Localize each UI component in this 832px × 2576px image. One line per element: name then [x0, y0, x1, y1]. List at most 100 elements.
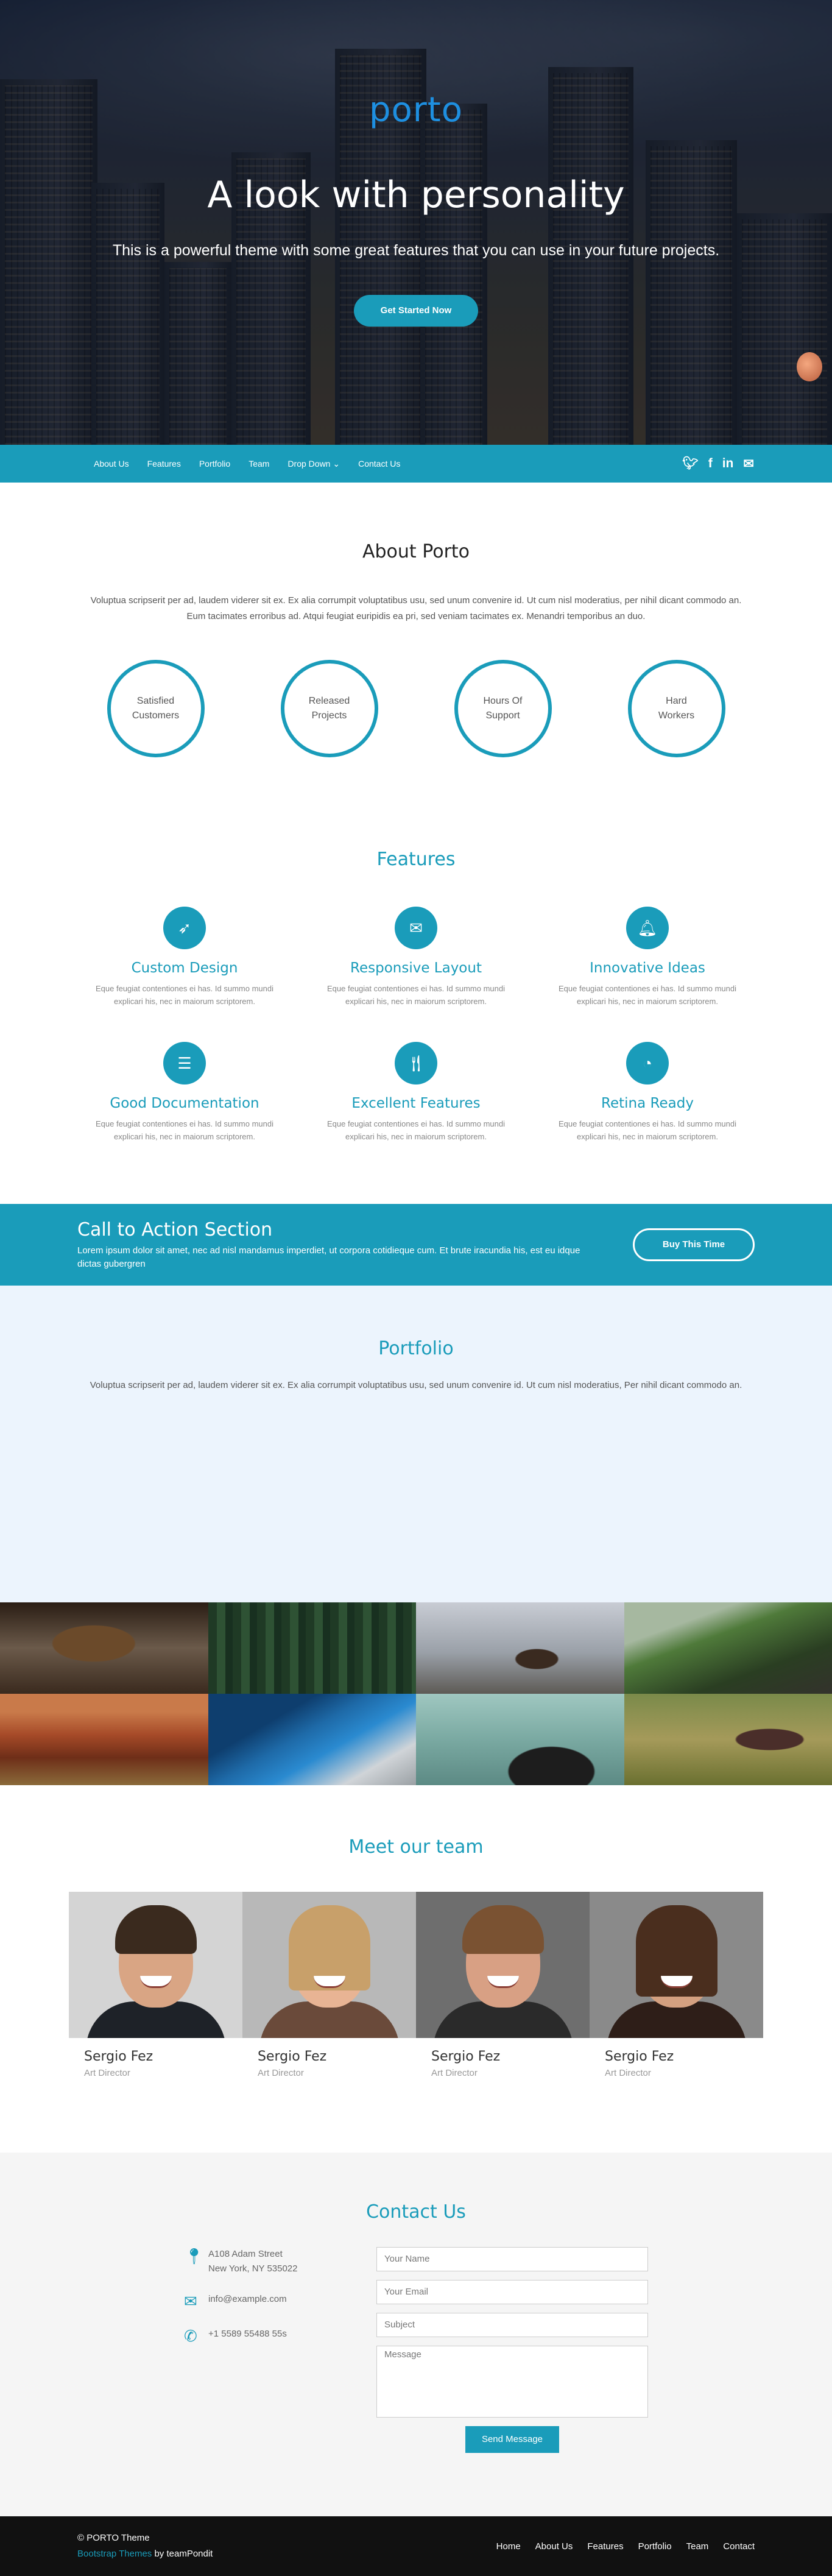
stat-label: Released [309, 696, 350, 706]
stat-label: Projects [312, 710, 347, 721]
phone-item: ✆ +1 5589 55488 55s [184, 2327, 354, 2346]
feature-text: Eque feugiat contentiones ei has. Id sum… [547, 982, 748, 1008]
stat-circle: Hours OfSupport [454, 660, 552, 757]
contact-email[interactable]: info@example.com [208, 2292, 287, 2307]
feature-title: Responsive Layout [300, 960, 532, 976]
member-photo [416, 1892, 590, 2038]
stat-label: Workers [658, 710, 694, 721]
name-field[interactable]: Your Name [376, 2247, 648, 2271]
logo[interactable]: porto [0, 90, 832, 130]
team-section: Meet our team Sergio Fez Art Director Se… [0, 1785, 832, 2153]
member-role: Art Director [84, 2068, 242, 2078]
portfolio-image-forest[interactable] [208, 1602, 417, 1694]
feature-title: Innovative Ideas [532, 960, 763, 976]
member-photo [242, 1892, 416, 2038]
stat-label: Support [485, 710, 520, 721]
hero-decoration [797, 352, 822, 381]
cta-text: Lorem ipsum dolor sit amet, nec ad nisl … [77, 1244, 601, 1271]
footer-link-portfolio[interactable]: Portfolio [638, 2541, 672, 2552]
team-member[interactable]: Sergio Fez Art Director [69, 1892, 242, 2078]
footer-link-features[interactable]: Features [587, 2541, 623, 2552]
nav-about-us[interactable]: About Us [94, 459, 129, 469]
stat-label: Customers [132, 710, 179, 721]
member-photo [590, 1892, 763, 2038]
nav-features[interactable]: Features [147, 459, 181, 469]
stat-circle: Released Projects [281, 660, 378, 757]
subject-field[interactable]: Subject [376, 2313, 648, 2337]
credit-text: by teamPondit [152, 2549, 213, 2559]
address-line: New York, NY 535022 [208, 2263, 298, 2274]
member-role: Art Director [605, 2068, 763, 2078]
portfolio-gallery [0, 1602, 832, 1785]
email-icon[interactable]: ✉ [743, 456, 754, 472]
footer-link-contact[interactable]: Contact [723, 2541, 755, 2552]
get-started-button[interactable]: Get Started Now [354, 295, 479, 327]
facebook-icon[interactable]: f [708, 456, 713, 471]
footer-links: Home About Us Features Portfolio Team Co… [496, 2541, 755, 2552]
footer-link-home[interactable]: Home [496, 2541, 521, 2552]
team-member[interactable]: Sergio Fez Art Director [416, 1892, 590, 2078]
twitter-icon[interactable]: 🐦︎ [682, 456, 699, 471]
copyright: © PORTO Theme [77, 2530, 213, 2546]
cta-text-block: Call to Action Section Lorem ipsum dolor… [77, 1219, 601, 1271]
stats-row: Satisfied Customers Released Projects Hour… [0, 660, 832, 757]
stat-label: Hard [666, 696, 687, 706]
contact-row: 📍︎ A108 Adam StreetNew York, NY 535022 ✉… [0, 2247, 832, 2453]
send-message-button[interactable]: Send Message [465, 2426, 559, 2453]
nav-team[interactable]: Team [249, 459, 269, 469]
feature-item: ◔ Retina Ready Eque feugiat contentiones… [532, 1042, 763, 1143]
member-role: Art Director [258, 2068, 416, 2078]
stat-circle: Hard Workers [628, 660, 725, 757]
team-member[interactable]: Sergio Fez Art Director [590, 1892, 763, 2078]
contact-section: Contact Us 📍︎ A108 Adam StreetNew York, … [0, 2153, 832, 2516]
nav-contact-us[interactable]: Contact Us [358, 459, 400, 469]
address-item: 📍︎ A108 Adam StreetNew York, NY 535022 [184, 2247, 354, 2276]
hero-content: porto A look with personality This is a … [0, 0, 832, 327]
member-name: Sergio Fez [84, 2049, 242, 2064]
about-section: About Porto Voluptua scripserit per ad, … [0, 483, 832, 1143]
member-photo [69, 1892, 242, 2038]
nav-links: About Us Features Portfolio Team Drop Do… [94, 459, 418, 469]
footer-credits: © PORTO Theme Bootstrap Themes by teamPo… [77, 2530, 213, 2562]
features-title: Features [0, 849, 832, 870]
portfolio-section: Portfolio Voluptua scripserit per ad, la… [0, 1286, 832, 1602]
portfolio-image-hills[interactable] [624, 1602, 832, 1694]
portfolio-image-fjord[interactable] [208, 1694, 417, 1785]
hero-headline: A look with personality [0, 174, 832, 216]
member-role: Art Director [431, 2068, 590, 2078]
message-field[interactable]: Message [376, 2346, 648, 2418]
portfolio-image-eagle[interactable] [0, 1602, 208, 1694]
portfolio-text: Voluptua scripserit per ad, laudem vider… [87, 1378, 745, 1393]
buy-button[interactable]: Buy This Time [633, 1228, 755, 1261]
portfolio-image-canyon[interactable] [0, 1694, 208, 1785]
nav-drop-down[interactable]: Drop Down ⌄ [287, 459, 340, 469]
address-line: A108 Adam Street [208, 2249, 283, 2259]
portfolio-image-woman[interactable] [416, 1694, 624, 1785]
member-name: Sergio Fez [605, 2049, 763, 2064]
envelope-icon: ✉ [395, 907, 437, 949]
portfolio-image-bear[interactable] [416, 1602, 624, 1694]
footer: © PORTO Theme Bootstrap Themes by teamPo… [0, 2516, 832, 2576]
stat-label: Satisfied [137, 696, 174, 706]
team-row: Sergio Fez Art Director Sergio Fez Art D… [0, 1892, 832, 2078]
feature-text: Eque feugiat contentiones ei has. Id sum… [84, 1117, 285, 1143]
team-member[interactable]: Sergio Fez Art Director [242, 1892, 416, 2078]
feature-item: 🍴︎ Excellent Features Eque feugiat conte… [300, 1042, 532, 1143]
email-field[interactable]: Your Email [376, 2280, 648, 2304]
footer-link-about[interactable]: About Us [535, 2541, 573, 2552]
rocket-icon: ➶ [163, 907, 206, 949]
feature-title: Excellent Features [300, 1095, 532, 1111]
footer-link-team[interactable]: Team [686, 2541, 709, 2552]
nav-portfolio[interactable]: Portfolio [199, 459, 230, 469]
envelope-icon: ✉ [184, 2292, 208, 2311]
portfolio-image-field[interactable] [624, 1694, 832, 1785]
linkedin-icon[interactable]: in [722, 456, 734, 471]
feature-item: 🔔︎ Innovative Ideas Eque feugiat content… [532, 907, 763, 1008]
feature-text: Eque feugiat contentiones ei has. Id sum… [316, 982, 516, 1008]
feature-title: Good Documentation [69, 1095, 300, 1111]
cutlery-icon: 🍴︎ [395, 1042, 437, 1085]
cta-title: Call to Action Section [77, 1219, 601, 1240]
feature-item: ☰ Good Documentation Eque feugiat conten… [69, 1042, 300, 1143]
contact-phone[interactable]: +1 5589 55488 55s [208, 2327, 287, 2341]
credit-link[interactable]: Bootstrap Themes [77, 2549, 152, 2559]
